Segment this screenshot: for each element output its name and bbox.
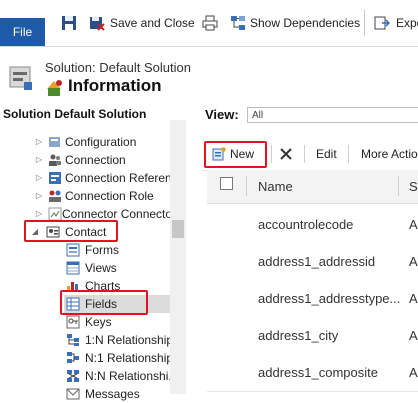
cell-second: A — [409, 328, 418, 343]
cell-second: A — [409, 217, 418, 232]
toolbar-divider — [271, 145, 272, 163]
ribbon-toolbar: File Save and Close Show Dependencies Ex… — [0, 0, 418, 47]
nav-item-label: Connection — [65, 153, 126, 167]
relationship-icon — [67, 370, 79, 382]
messages-icon — [66, 388, 80, 400]
nav-item-label: Connection Role — [65, 189, 154, 203]
cell-second: A — [409, 365, 418, 380]
expand-arrow-icon[interactable]: ▷ — [34, 169, 44, 187]
form-header — [0, 47, 418, 107]
configuration-icon — [49, 137, 60, 147]
print-icon[interactable] — [202, 15, 218, 31]
highlight-box-contact — [24, 220, 118, 242]
information-icon — [47, 80, 62, 96]
toolbar-divider — [304, 145, 305, 163]
view-selector[interactable]: All — [247, 107, 418, 123]
save-and-close-button[interactable]: Save and Close — [110, 15, 195, 31]
edit-button[interactable]: Edit — [316, 147, 337, 161]
nav-item-label: Messages — [85, 387, 140, 401]
show-dependencies-icon[interactable] — [230, 15, 246, 31]
table-row[interactable]: accountrolecode A — [207, 206, 418, 244]
cell-second: A — [409, 291, 418, 306]
table-row[interactable]: address1_addresstype... A — [207, 280, 418, 318]
forms-icon — [66, 243, 80, 257]
toolbar-divider — [348, 145, 349, 163]
file-button[interactable]: File — [0, 18, 45, 46]
highlight-box-fields — [60, 290, 148, 315]
nav-item-label: Views — [85, 261, 117, 275]
solution-icon — [9, 66, 32, 90]
save-icon[interactable] — [61, 15, 77, 31]
nav-item-label: N:1 Relationships — [85, 351, 180, 365]
nav-header: Solution Default Solution — [3, 107, 147, 121]
connection-icon — [49, 154, 61, 166]
broken-image-icon — [48, 207, 62, 221]
column-header-second[interactable]: S — [409, 179, 418, 194]
cell-name: address1_addresstype... — [258, 291, 401, 306]
view-label: View: — [205, 107, 239, 122]
highlight-box-new — [204, 141, 267, 168]
show-dependencies-button[interactable]: Show Dependencies — [250, 15, 360, 31]
relationship-icon — [67, 334, 79, 346]
nav-scrollbar-thumb[interactable] — [172, 220, 184, 238]
select-all-checkbox[interactable] — [220, 177, 233, 190]
column-header-name[interactable]: Name — [258, 179, 293, 194]
expand-arrow-icon[interactable]: ▷ — [34, 151, 44, 169]
column-divider[interactable] — [246, 176, 247, 196]
nav-item-label: Connection Referen... — [65, 171, 182, 185]
more-actions-button[interactable]: More Actions — [361, 147, 418, 161]
connection-role-icon — [49, 190, 61, 202]
views-icon — [66, 261, 80, 275]
cell-name: address1_composite — [258, 365, 378, 380]
cell-second: A — [409, 254, 418, 269]
delete-icon[interactable] — [278, 146, 294, 162]
nav-item-label: 1:N Relationships — [85, 333, 180, 347]
cell-name: accountrolecode — [258, 217, 354, 232]
table-row[interactable]: address1_addressid A — [207, 243, 418, 281]
table-row[interactable]: address1_city A — [207, 317, 418, 355]
expand-arrow-icon[interactable]: ▷ — [34, 133, 44, 151]
connection-reference-icon — [49, 172, 61, 184]
export-icon[interactable] — [374, 15, 390, 31]
save-and-close-icon[interactable] — [89, 15, 105, 31]
cell-name: address1_addressid — [258, 254, 376, 269]
nav-item-label: N:N Relationshi... — [85, 369, 179, 383]
table-row[interactable]: address1_composite A — [207, 354, 418, 392]
nav-item-label: Configuration — [65, 135, 137, 149]
keys-icon — [66, 315, 80, 329]
solution-title: Solution: Default Solution — [45, 60, 191, 75]
cell-name: address1_city — [258, 328, 339, 343]
column-divider[interactable] — [398, 176, 399, 196]
expand-arrow-icon[interactable]: ▷ — [34, 187, 44, 205]
relationship-icon — [67, 352, 79, 363]
nav-item-label: Forms — [85, 243, 119, 257]
nav-item-label: Keys — [85, 315, 112, 329]
page-title: Information — [68, 76, 162, 95]
grid-header — [207, 170, 418, 204]
nav-scrollbar[interactable] — [170, 120, 186, 394]
export-button[interactable]: Expo — [396, 15, 418, 31]
ribbon-divider — [364, 10, 365, 36]
